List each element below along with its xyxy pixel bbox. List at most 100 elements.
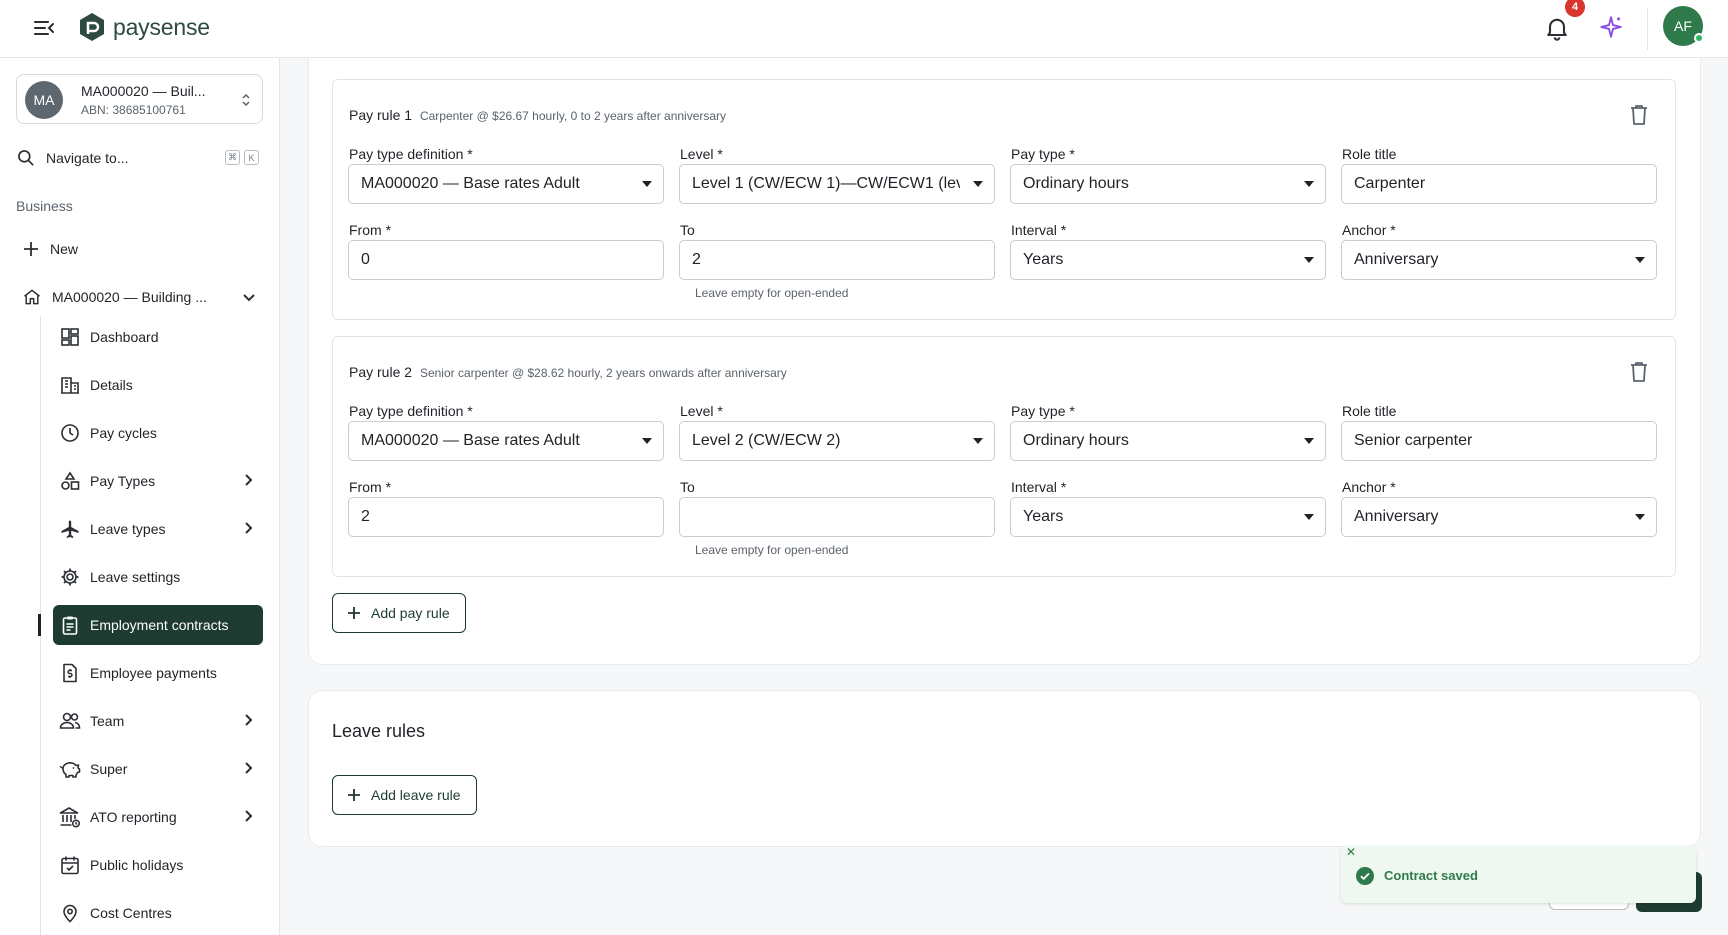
notifications-bell-icon[interactable] bbox=[1543, 14, 1571, 42]
clock-icon bbox=[59, 422, 81, 444]
pay-type-definition-select[interactable]: MA000020 — Base rates Adult bbox=[348, 164, 664, 204]
sidebar-item-super[interactable]: Super bbox=[53, 749, 263, 789]
chevron-right-icon bbox=[245, 810, 253, 822]
required-marker: * bbox=[1069, 403, 1075, 419]
dashboard-icon bbox=[59, 326, 81, 348]
anchor-select[interactable]: Anniversary bbox=[1341, 240, 1657, 280]
sidebar-item-employee-payments[interactable]: Employee payments bbox=[53, 653, 263, 693]
pay-type-definition-select[interactable]: MA000020 — Base rates Adult bbox=[348, 421, 664, 461]
notification-count-badge: 4 bbox=[1565, 0, 1585, 17]
select-value: Ordinary hours bbox=[1023, 175, 1129, 192]
pay-type-select[interactable]: Ordinary hours bbox=[1010, 421, 1326, 461]
gear-icon bbox=[59, 566, 81, 588]
add-leave-rule-button[interactable]: Add leave rule bbox=[332, 775, 477, 815]
to-helper-text: Leave empty for open-ended bbox=[695, 543, 849, 557]
to-input[interactable]: 2 bbox=[679, 240, 995, 280]
input-value: 2 bbox=[361, 508, 370, 525]
level-label: Level * bbox=[680, 146, 723, 162]
org-item-label: MA000020 — Building ... bbox=[52, 289, 207, 305]
required-marker: * bbox=[717, 146, 723, 162]
pay-type-select[interactable]: Ordinary hours bbox=[1010, 164, 1326, 204]
home-icon bbox=[24, 289, 40, 305]
sidebar-item-label: Leave settings bbox=[90, 569, 181, 585]
to-label: To bbox=[680, 222, 695, 238]
location-pin-icon bbox=[59, 902, 81, 924]
level-select[interactable]: Level 1 (CW/ECW 1)—CW/ECW1 (level bbox=[679, 164, 995, 204]
sidebar-item-pay-types[interactable]: Pay Types bbox=[53, 461, 263, 501]
interval-select[interactable]: Years bbox=[1010, 497, 1326, 537]
dropdown-caret-icon bbox=[1304, 181, 1314, 187]
sidebar-item-new[interactable]: New bbox=[22, 236, 78, 262]
brand-logo[interactable]: paysense bbox=[78, 11, 210, 43]
sidebar-item-details[interactable]: Details bbox=[53, 365, 263, 405]
dropdown-caret-icon bbox=[642, 438, 652, 444]
user-avatar[interactable]: AF bbox=[1663, 6, 1704, 46]
level-select[interactable]: Level 2 (CW/ECW 2) bbox=[679, 421, 995, 461]
sidebar-item-org[interactable]: MA000020 — Building ... bbox=[22, 284, 262, 310]
pay-type-label: Pay type * bbox=[1011, 403, 1075, 419]
chevron-right-icon bbox=[245, 474, 253, 486]
label-text: Level bbox=[680, 146, 714, 162]
pay-rule-summary: Senior carpenter @ $28.62 hourly, 2 year… bbox=[419, 366, 787, 380]
select-value: Level 2 (CW/ECW 2) bbox=[692, 432, 841, 449]
delete-rule-trash-icon[interactable] bbox=[1629, 361, 1649, 383]
anchor-label: Anchor * bbox=[1342, 479, 1396, 495]
plus-icon bbox=[24, 242, 38, 256]
to-helper-text: Leave empty for open-ended bbox=[695, 286, 849, 300]
navigate-search[interactable]: Navigate to... ⌘ K bbox=[16, 144, 263, 172]
from-input[interactable]: 2 bbox=[348, 497, 664, 537]
clipboard-icon bbox=[59, 614, 81, 636]
sidebar-item-pay-cycles[interactable]: Pay cycles bbox=[53, 413, 263, 453]
delete-rule-trash-icon[interactable] bbox=[1629, 104, 1649, 126]
sidebar-item-cost-centres[interactable]: Cost Centres bbox=[53, 893, 263, 933]
role-title-input[interactable]: Carpenter bbox=[1341, 164, 1657, 204]
required-marker: * bbox=[1069, 146, 1075, 162]
anchor-select[interactable]: Anniversary bbox=[1341, 497, 1657, 537]
pay-type-definition-label: Pay type definition * bbox=[349, 146, 473, 162]
close-icon[interactable]: ✕ bbox=[1344, 845, 1358, 859]
sidebar-item-leave-settings[interactable]: Leave settings bbox=[53, 557, 263, 597]
menu-collapse-icon[interactable] bbox=[32, 16, 56, 40]
label-text: Pay type bbox=[1011, 146, 1066, 162]
from-input[interactable]: 0 bbox=[348, 240, 664, 280]
sidebar-item-label: Team bbox=[90, 713, 125, 729]
sidebar-item-dashboard[interactable]: Dashboard bbox=[53, 317, 263, 357]
label-text: Interval bbox=[1011, 479, 1057, 495]
button-label: Add leave rule bbox=[371, 787, 461, 803]
bank-icon bbox=[59, 806, 81, 828]
ai-sparkle-icon[interactable] bbox=[1598, 14, 1624, 40]
required-marker: * bbox=[1060, 222, 1067, 238]
keyboard-shortcut: ⌘ K bbox=[225, 150, 259, 165]
required-marker: * bbox=[467, 146, 473, 162]
dropdown-caret-icon bbox=[1635, 257, 1645, 263]
pay-type-label: Pay type * bbox=[1011, 146, 1075, 162]
interval-select[interactable]: Years bbox=[1010, 240, 1326, 280]
nav-active-indicator bbox=[38, 614, 41, 636]
sidebar-item-label: Dashboard bbox=[90, 329, 159, 345]
org-switcher[interactable]: MA MA000020 — Buil... ABN: 38685100761 bbox=[16, 74, 263, 124]
to-input[interactable] bbox=[679, 497, 995, 537]
required-marker: * bbox=[1390, 479, 1396, 495]
leave-rules-card bbox=[308, 690, 1701, 847]
sidebar-item-leave-types[interactable]: Leave types bbox=[53, 509, 263, 549]
add-pay-rule-button[interactable]: Add pay rule bbox=[332, 593, 466, 633]
sidebar-item-public-holidays[interactable]: Public holidays bbox=[53, 845, 263, 885]
select-value: Years bbox=[1023, 508, 1064, 525]
piggy-bank-icon bbox=[59, 758, 81, 780]
sidebar-item-employment-contracts[interactable]: Employment contracts bbox=[53, 605, 263, 645]
anchor-label: Anchor * bbox=[1342, 222, 1396, 238]
label-text: Level bbox=[680, 403, 714, 419]
sidebar-item-ato-reporting[interactable]: ATO reporting bbox=[53, 797, 263, 837]
interval-label: Interval * bbox=[1011, 479, 1066, 495]
sidebar-item-team[interactable]: Team bbox=[53, 701, 263, 741]
role-title-input[interactable]: Senior carpenter bbox=[1341, 421, 1657, 461]
sidebar-item-label: ATO reporting bbox=[90, 809, 177, 825]
people-icon bbox=[59, 710, 81, 732]
level-label: Level * bbox=[680, 403, 723, 419]
plus-icon bbox=[348, 607, 360, 619]
from-label: From * bbox=[349, 479, 391, 495]
calendar-icon bbox=[59, 854, 81, 876]
label-text: From bbox=[349, 222, 382, 238]
label-text: Anchor bbox=[1342, 479, 1387, 495]
select-value: Level 1 (CW/ECW 1)—CW/ECW1 (level bbox=[692, 175, 960, 192]
